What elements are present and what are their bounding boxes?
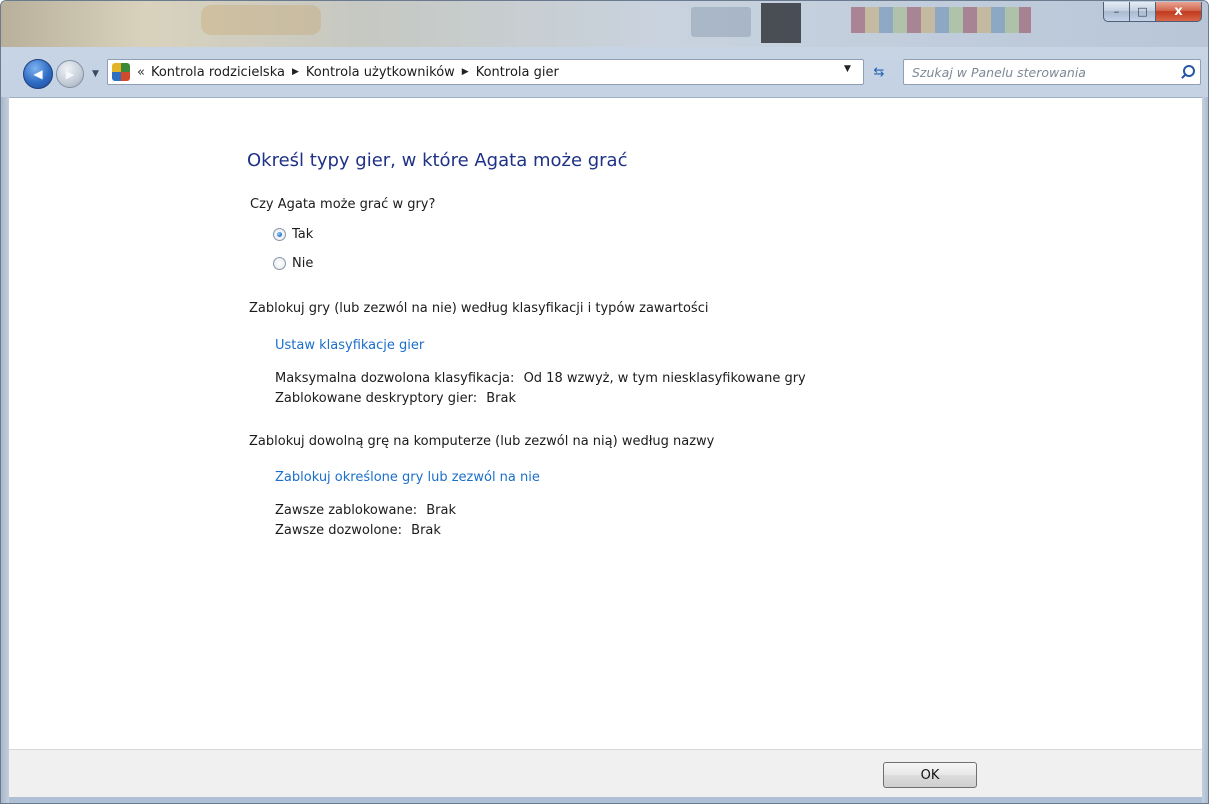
forward-arrow-icon: ▶ [65,67,75,81]
minimize-icon: – [1113,5,1120,18]
set-game-ratings-link[interactable]: Ustaw klasyfikacje gier [275,338,424,353]
overflow-chevron-icon[interactable]: « [137,65,145,80]
always-blocked-row: Zawsze zablokowane: Brak [275,503,456,518]
breadcrumb-kontrola-rodzicielska[interactable]: Kontrola rodzicielska [151,65,285,80]
back-button[interactable]: ◀ [23,59,53,89]
always-allowed-row: Zawsze dozwolone: Brak [275,523,441,538]
back-arrow-icon: ◀ [33,67,43,81]
breadcrumb-kontrola-uzytkownikow[interactable]: Kontrola użytkowników [306,65,455,80]
close-icon: x [1174,4,1183,19]
search-placeholder: Szukaj w Panelu sterowania [912,64,1086,80]
radio-no-label[interactable]: Nie [292,256,313,271]
always-allowed-value: Brak [411,523,441,538]
ok-button[interactable]: OK [883,762,977,788]
games-question: Czy Agata może grać w gry? [250,197,436,212]
radio-yes-button[interactable] [273,228,286,241]
maximize-button[interactable]: □ [1130,2,1156,22]
caption-buttons: – □ x [1103,2,1202,22]
radio-yes[interactable]: Tak [273,227,313,242]
breadcrumb-separator-icon[interactable]: ▶ [462,67,469,77]
control-panel-icon [112,63,130,81]
title-bar[interactable]: – □ x [1,1,1208,47]
radio-no[interactable]: Nie [273,256,313,271]
always-allowed-label: Zawsze dozwolone: [275,523,403,538]
search-input[interactable]: Szukaj w Panelu sterowania [903,59,1201,85]
blocked-descriptors-row: Zablokowane deskryptory gier: Brak [275,391,516,406]
refresh-button[interactable]: ⇆ [867,61,891,83]
search-icon[interactable] [1180,65,1195,79]
blocked-descriptors-value: Brak [486,391,517,406]
max-rating-value: Od 18 wzwyż, w tym niesklasyfikowane gry [523,371,806,386]
always-blocked-label: Zawsze zablokowane: [275,503,418,518]
breadcrumb-separator-icon[interactable]: ▶ [292,67,299,77]
recent-pages-dropdown-icon[interactable]: ▼ [92,69,99,79]
blocked-descriptors-label: Zablokowane deskryptory gier: [275,391,478,406]
address-dropdown-icon[interactable]: ▼ [844,64,851,74]
page-title: Określ typy gier, w które Agata może gra… [247,150,628,171]
address-bar[interactable]: « Kontrola rodzicielska ▶ Kontrola użytk… [107,59,864,85]
refresh-icon: ⇆ [873,64,885,80]
radio-yes-label[interactable]: Tak [292,227,313,242]
section-ratings-heading: Zablokuj gry (lub zezwól na nie) według … [249,301,709,316]
always-blocked-value: Brak [426,503,456,518]
minimize-button[interactable]: – [1103,2,1130,22]
block-specific-games-link[interactable]: Zablokuj określone gry lub zezwól na nie [275,470,540,485]
close-button[interactable]: x [1156,2,1202,22]
maximize-icon: □ [1137,5,1148,18]
radio-no-button[interactable] [273,257,286,270]
footer-bar: OK [9,749,1202,797]
window-frame: – □ x ◀ ▶ ▼ « Kontrola rodzicielska ▶ Ko… [0,0,1209,804]
max-rating-row: Maksymalna dozwolona klasyfikacja: Od 18… [275,371,806,386]
max-rating-label: Maksymalna dozwolona klasyfikacja: [275,371,515,386]
breadcrumb-kontrola-gier[interactable]: Kontrola gier [476,65,559,80]
section-names-heading: Zablokuj dowolną grę na komputerze (lub … [249,434,715,449]
content-pane: Określ typy gier, w które Agata może gra… [9,97,1202,749]
forward-button[interactable]: ▶ [56,60,84,88]
